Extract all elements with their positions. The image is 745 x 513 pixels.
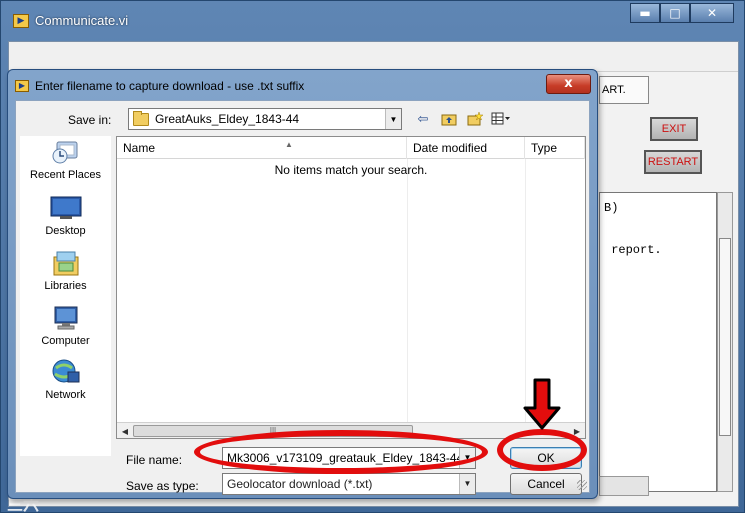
- column-type-label: Type: [531, 141, 558, 155]
- cancel-button[interactable]: Cancel: [510, 473, 582, 495]
- save-in-dropdown[interactable]: GreatAuks_Eldey_1843-44 ▼: [128, 108, 402, 130]
- background-toolbar: [9, 42, 738, 72]
- log-text-area[interactable]: B) report.: [599, 192, 717, 492]
- file-name-label: File name:: [126, 453, 183, 467]
- file-list-header: Name ▲ Date modified Type: [117, 137, 585, 159]
- caption-buttons: ▬ □ ✕: [630, 3, 734, 23]
- places-bar: Recent Places Desktop Libraries Computer: [20, 136, 111, 456]
- maximize-button[interactable]: □: [660, 3, 690, 23]
- ok-highlight-ellipse: [497, 429, 587, 471]
- save-type-dropdown-icon[interactable]: ▼: [459, 474, 475, 494]
- save-as-type-value: Geolocator download (*.txt): [227, 477, 373, 491]
- column-date-label: Date modified: [413, 141, 488, 155]
- column-header-type[interactable]: Type: [525, 137, 585, 159]
- column-separator: [407, 159, 408, 423]
- column-header-date-modified[interactable]: Date modified: [407, 137, 525, 159]
- place-network[interactable]: Network: [20, 358, 111, 410]
- column-name-label: Name: [123, 141, 156, 155]
- instruction-box: ART.: [599, 76, 649, 104]
- sort-caret-icon: ▲: [285, 140, 293, 149]
- labview-icon: ▶: [13, 14, 29, 28]
- close-button[interactable]: ✕: [690, 3, 734, 23]
- resize-grip[interactable]: [577, 480, 587, 490]
- filename-highlight-ellipse: [194, 430, 488, 474]
- dialog-title: Enter filename to capture download - use…: [35, 79, 305, 93]
- save-as-type-label: Save as type:: [126, 479, 199, 493]
- up-folder-icon[interactable]: [439, 110, 459, 128]
- place-libraries[interactable]: Libraries: [20, 249, 111, 301]
- dialog-close-button[interactable]: x: [546, 74, 591, 94]
- network-icon: [50, 358, 82, 386]
- down-arrow-icon: [523, 378, 561, 430]
- chevron-down-icon[interactable]: ▼: [385, 109, 401, 129]
- view-menu-icon[interactable]: [491, 110, 511, 128]
- column-header-name[interactable]: Name ▲: [117, 137, 407, 159]
- folder-icon: [133, 110, 149, 126]
- recent-places-label: Recent Places: [30, 169, 101, 181]
- minimize-button[interactable]: ▬: [630, 3, 660, 23]
- place-recent-places[interactable]: Recent Places: [20, 138, 111, 190]
- file-list-view[interactable]: Name ▲ Date modified Type No items match…: [116, 136, 586, 439]
- back-arrow-icon[interactable]: ⇦: [413, 110, 433, 128]
- scroll-left-arrow-icon[interactable]: ◀: [119, 425, 131, 437]
- place-computer[interactable]: Computer: [20, 304, 111, 356]
- save-in-label: Save in:: [68, 113, 112, 127]
- desktop-icon: [50, 194, 82, 222]
- place-desktop[interactable]: Desktop: [20, 194, 111, 246]
- recent-places-icon: [50, 138, 82, 166]
- computer-icon: [50, 304, 82, 332]
- save-in-value: GreatAuks_Eldey_1843-44: [155, 112, 300, 126]
- libraries-label: Libraries: [44, 280, 87, 292]
- log-scrollbar[interactable]: [717, 192, 733, 492]
- libraries-icon: [50, 249, 82, 277]
- background-title-bar: ▶ Communicate.vi ▬ □ ✕: [1, 1, 744, 41]
- empty-list-message: No items match your search.: [274, 163, 428, 177]
- exit-button[interactable]: EXIT: [650, 117, 698, 141]
- restart-button[interactable]: RESTART: [644, 150, 702, 174]
- new-folder-icon[interactable]: [465, 110, 485, 128]
- log-scrollbar-thumb[interactable]: [719, 238, 731, 436]
- desktop-label: Desktop: [45, 225, 86, 237]
- save-as-type-dropdown[interactable]: Geolocator download (*.txt) ▼: [222, 473, 476, 495]
- navigation-toolbar: ⇦: [413, 110, 511, 128]
- computer-label: Computer: [41, 335, 90, 347]
- background-window-title: Communicate.vi: [35, 13, 129, 28]
- network-label: Network: [45, 389, 86, 401]
- dialog-labview-icon: ▶: [15, 80, 29, 92]
- status-field: [599, 476, 649, 496]
- dialog-title-bar: ▶ Enter filename to capture download - u…: [8, 70, 597, 100]
